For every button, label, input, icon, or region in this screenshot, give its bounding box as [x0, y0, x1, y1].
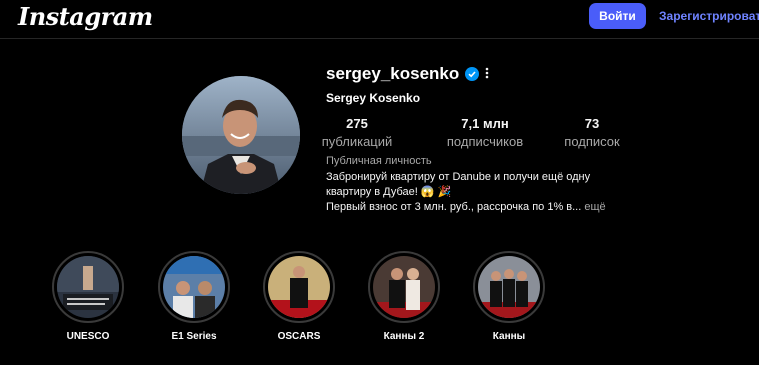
stat-following-value: 73 [584, 116, 600, 131]
login-button[interactable]: Войти [589, 3, 646, 29]
stat-followers[interactable]: 7,1 млн подписчиков [440, 116, 530, 153]
highlight-label: Канны 2 [383, 331, 425, 342]
highlight-cover [478, 256, 540, 318]
highlight-label: E1 Series [171, 331, 217, 342]
highlight-label: UNESCO [66, 331, 110, 342]
highlight-label: Канны [492, 331, 526, 342]
bio-more-link[interactable]: ещё [584, 201, 605, 213]
highlight-ring [368, 251, 440, 323]
username: sergey_kosenko [326, 64, 460, 83]
bio-line-text: Первый взнос от 3 млн. руб., рассрочка п… [326, 201, 582, 213]
bio-line: квартиру в Дубае! 😱 🎉 [326, 186, 452, 198]
highlight-oscars[interactable] [263, 251, 335, 323]
highlight-unesco[interactable] [52, 251, 124, 323]
stat-posts: 275 публикаций [312, 116, 402, 153]
bio-line: Первый взнос от 3 млн. руб., рассрочка п… [326, 200, 626, 215]
bio-line: Забронируй квартиру от Danube и получи е… [326, 171, 591, 183]
top-bar: Instagram Войти Зарегистрироваться [0, 0, 759, 39]
highlight-cover [373, 256, 435, 318]
highlight-cover [268, 256, 330, 318]
stat-followers-label: подписчиков [446, 134, 524, 149]
username-row: sergey_kosenko [326, 64, 480, 84]
highlight-ring [473, 251, 545, 323]
stat-posts-label: публикаций [321, 134, 393, 149]
highlight-ring [158, 251, 230, 323]
instagram-logo[interactable]: Instagram [18, 2, 153, 31]
avatar-image [182, 76, 300, 194]
highlight-ring [263, 251, 335, 323]
highlight-cannes[interactable] [473, 251, 545, 323]
profile-category: Публичная личность [326, 155, 432, 167]
profile-avatar[interactable] [182, 76, 300, 194]
stat-following[interactable]: 73 подписок [547, 116, 637, 153]
stat-followers-value: 7,1 млн [461, 116, 509, 131]
profile-bio: Забронируй квартиру от Danube и получи е… [326, 170, 626, 215]
highlight-cover [57, 256, 119, 318]
stat-posts-value: 275 [346, 116, 368, 131]
highlight-cannes-2[interactable] [368, 251, 440, 323]
highlight-cover [163, 256, 225, 318]
more-options-icon[interactable] [484, 66, 490, 80]
highlight-label: OSCARS [277, 331, 321, 342]
stat-following-label: подписок [564, 134, 620, 149]
register-link[interactable]: Зарегистрироваться [659, 9, 759, 23]
highlight-ring [52, 251, 124, 323]
highlight-e1-series[interactable] [158, 251, 230, 323]
full-name: Sergey Kosenko [326, 91, 421, 105]
verified-badge-icon [465, 67, 480, 81]
